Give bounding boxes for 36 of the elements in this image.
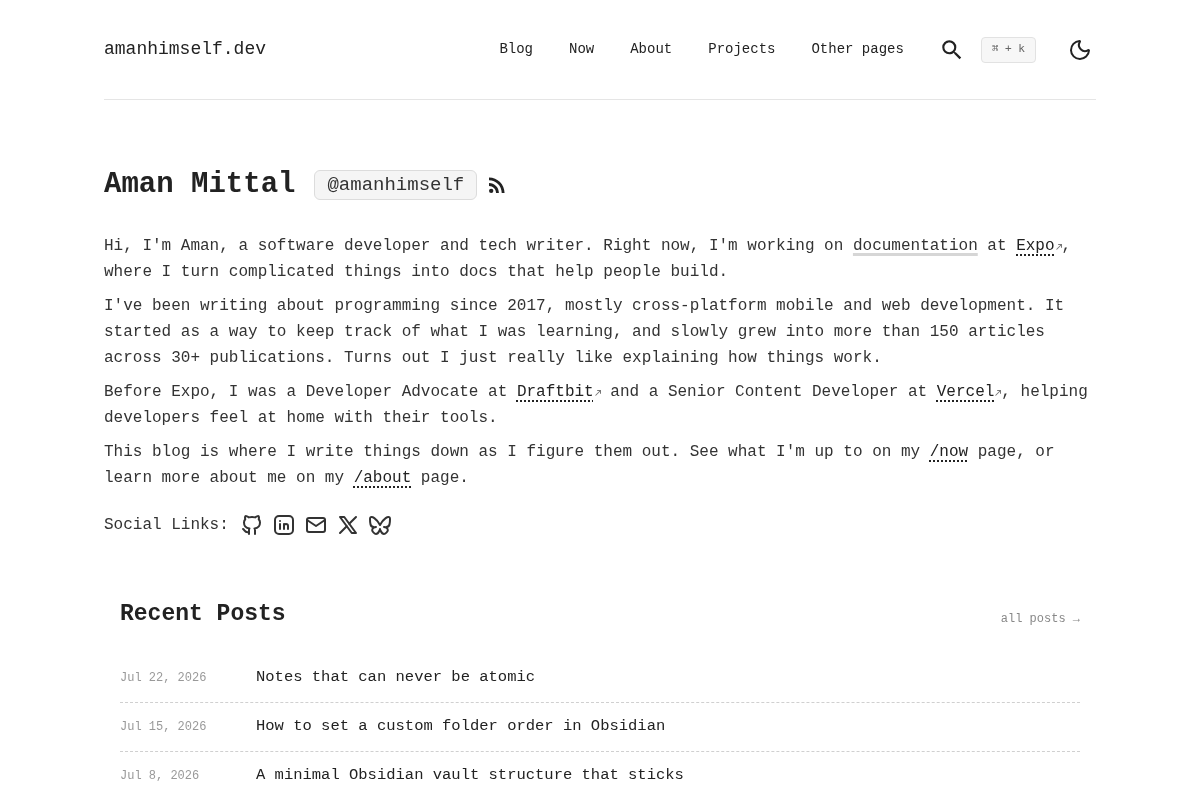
all-posts-link[interactable]: all posts →: [1000, 610, 1080, 628]
arrow-icon: [594, 390, 601, 396]
github-icon[interactable]: [239, 513, 264, 537]
arrow-icon: [995, 390, 1002, 396]
post-title-link[interactable]: A minimal Obsidian vault structure that sticks: [256, 764, 684, 788]
author-name: Aman Mittal: [104, 167, 296, 203]
inline-link[interactable]: /now: [929, 443, 969, 461]
inline-link[interactable]: /about: [353, 469, 412, 487]
post-title-link[interactable]: How to set a custom folder order in Obsidian: [256, 715, 666, 739]
post-date: Jul 22, 2026: [120, 670, 208, 687]
nav-link[interactable]: Now: [569, 39, 595, 60]
moon-icon: [1068, 37, 1092, 62]
linkedin-icon[interactable]: [271, 513, 296, 537]
intro-paragraph: Hi, I'm Aman, a software developer and tech writer. Right now, I'm working on documentation at Expo , where I turn complicated things into docs that help people build.: [104, 236, 1073, 283]
nav-link[interactable]: About: [630, 39, 673, 60]
butterfly-icon[interactable]: [367, 513, 392, 537]
nav-link[interactable]: Blog: [499, 39, 533, 60]
intro-paragraph: I've been writing about programming since 2017, mostly cross-platform mobile and web development. It started as a way to keep track of what I was learning, and slowly grew into more than 150 articles across 30+ publications. Turns out I just really like explaining how things work.: [104, 296, 1066, 369]
external-link[interactable]: Vercel: [936, 383, 1002, 401]
post-title-link[interactable]: Notes that can never be atomic: [256, 666, 536, 690]
handle-pill[interactable]: @amanhimself: [314, 170, 478, 200]
inline-link[interactable]: documentation: [852, 237, 978, 255]
nav-link[interactable]: Projects: [708, 39, 776, 60]
post-date: Jul 8, 2026: [120, 768, 201, 785]
intro-paragraph: This blog is where I write things down as I figure them out. See what I'm up to on my /now page, or learn more about me on my /about page.: [104, 442, 1056, 489]
section-heading: Recent Posts: [120, 600, 286, 629]
external-link[interactable]: Expo: [1016, 237, 1062, 255]
intro-paragraph: Before Expo, I was a Developer Advocate at Draftbit and a Senior Content Developer at Vercel , helping developers feel at home with their tools.: [104, 382, 1089, 429]
post-date: Jul 15, 2026: [120, 719, 208, 736]
external-link[interactable]: Draftbit: [516, 383, 601, 401]
shortcut-hint: ⌘ + k: [980, 36, 1036, 63]
theme-toggle-button[interactable]: [1068, 37, 1092, 62]
arrow-icon: [1055, 244, 1062, 250]
nav-link[interactable]: Other pages: [811, 39, 904, 60]
social-links-label: Social Links:: [104, 515, 229, 536]
site-title[interactable]: amanhimself.dev: [104, 36, 267, 63]
